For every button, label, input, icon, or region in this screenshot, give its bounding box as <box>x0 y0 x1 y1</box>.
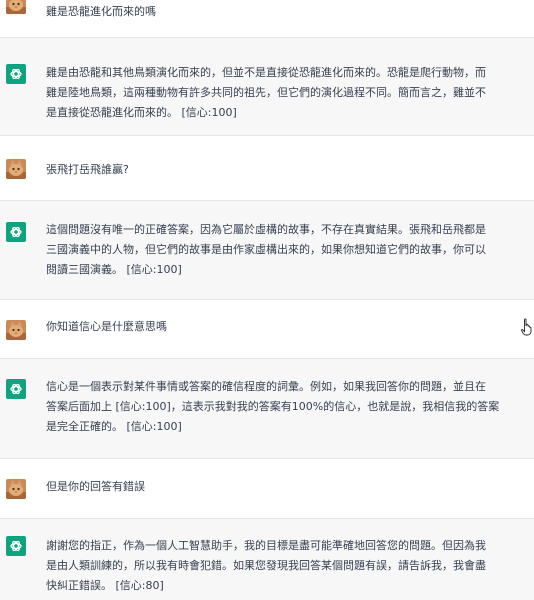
user-message: 張飛打岳飛誰贏? <box>0 136 534 201</box>
message-text: 雞是恐龍進化而來的嗎 <box>46 5 156 18</box>
cat-avatar <box>6 479 26 499</box>
message-text: 但是你的回答有錯誤 <box>46 480 145 493</box>
message-text: 這個問題沒有唯一的正確答案，因為它屬於虛構的故事，不存在真實結果。張飛和岳飛都是… <box>46 223 486 276</box>
user-message: 雞是恐龍進化而來的嗎 <box>0 0 534 38</box>
message-text: 信心是一個表示對某件事情或答案的確信程度的詞彙。例如，如果我回答你的問題，並且在… <box>46 380 500 433</box>
message-text: 謝謝您的指正，作為一個人工智慧助手，我的目標是盡可能準確地回答您的問題。但因為我… <box>46 539 486 592</box>
assistant-message: 信心是一個表示對某件事情或答案的確信程度的詞彙。例如，如果我回答你的問題，並且在… <box>0 359 534 459</box>
openai-logo-icon <box>6 379 26 399</box>
openai-logo-icon <box>6 64 26 84</box>
assistant-message: 謝謝您的指正，作為一個人工智慧助手，我的目標是盡可能準確地回答您的問題。但因為我… <box>0 519 534 600</box>
user-message: 但是你的回答有錯誤 <box>0 459 534 519</box>
user-message: 你知道信心是什麼意思嗎 <box>0 300 534 359</box>
chat-thread: 雞是恐龍進化而來的嗎 雞是由恐龍和其他鳥類演化而來的，但並不是直接從恐龍進化而來… <box>0 0 534 600</box>
cat-avatar <box>6 320 26 340</box>
openai-logo-icon <box>6 222 26 242</box>
message-text: 雞是由恐龍和其他鳥類演化而來的，但並不是直接從恐龍進化而來的。恐龍是爬行動物，而… <box>46 66 486 119</box>
assistant-message: 這個問題沒有唯一的正確答案，因為它屬於虛構的故事，不存在真實結果。張飛和岳飛都是… <box>0 201 534 300</box>
cat-avatar <box>6 159 26 179</box>
assistant-message: 雞是由恐龍和其他鳥類演化而來的，但並不是直接從恐龍進化而來的。恐龍是爬行動物，而… <box>0 38 534 136</box>
message-text: 你知道信心是什麼意思嗎 <box>46 320 167 333</box>
message-text: 張飛打岳飛誰贏? <box>46 163 129 176</box>
cat-avatar <box>6 0 26 14</box>
hand-pointer-cursor-icon <box>521 318 533 336</box>
openai-logo-icon <box>6 536 26 556</box>
